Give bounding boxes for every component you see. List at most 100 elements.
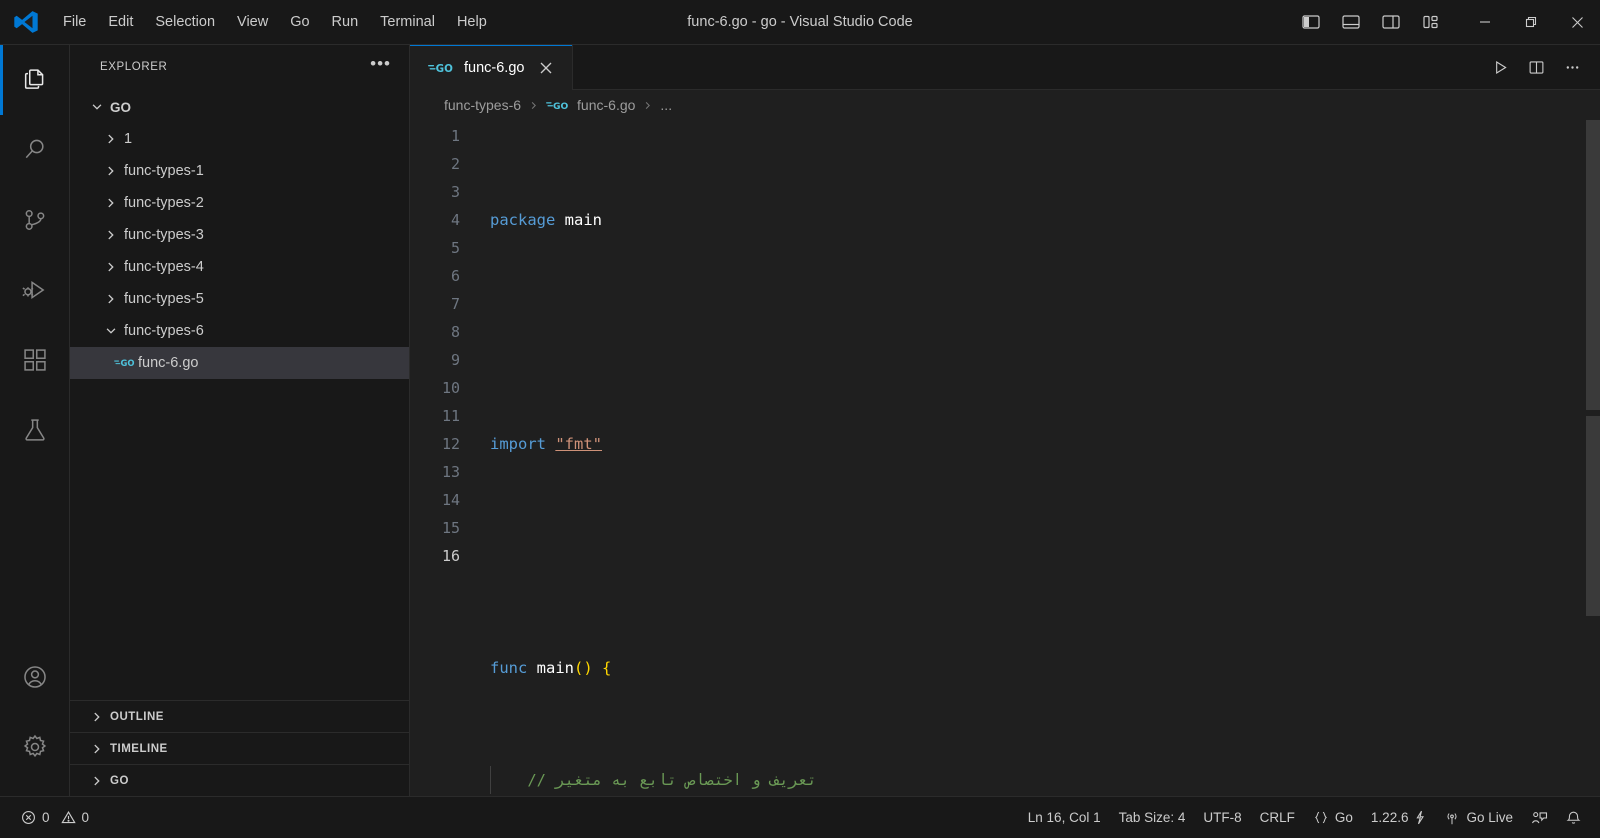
code-line-5: func main() { [478, 654, 1600, 682]
toggle-secondary-sidebar-icon[interactable] [1374, 7, 1408, 37]
menu-view[interactable]: View [226, 10, 279, 34]
breadcrumb-file[interactable]: GO func-6.go [546, 97, 635, 113]
tab-label: func-6.go [464, 59, 525, 76]
editor-vertical-scrollbar[interactable] [1586, 120, 1600, 796]
scrollbar-slider [1586, 120, 1600, 410]
status-language-mode[interactable]: Go [1304, 797, 1362, 838]
breadcrumb-separator-icon [642, 100, 653, 111]
token-paren: () [574, 659, 593, 677]
sidebar-item-explorer[interactable] [0, 45, 70, 115]
menu-help[interactable]: Help [446, 10, 498, 34]
sidebar-item-source-control[interactable] [0, 185, 70, 255]
line-number: 15 [441, 519, 460, 537]
bell-icon [1566, 810, 1581, 826]
status-notifications[interactable] [1557, 797, 1590, 838]
svg-text:GO: GO [436, 63, 453, 75]
status-problems[interactable]: 0 0 [12, 797, 98, 838]
breadcrumb: func-types-6 GO func-6.go ... [410, 90, 1600, 120]
code-content[interactable]: package main import "fmt" func main() { … [478, 120, 1600, 796]
chevron-right-icon [98, 219, 124, 251]
line-number: 13 [441, 463, 460, 481]
error-icon [21, 810, 36, 825]
code-line-3: import "fmt" [478, 430, 1600, 458]
line-number: 11 [441, 407, 460, 425]
chevron-down-icon [98, 315, 124, 347]
status-go-version[interactable]: 1.22.6 [1362, 797, 1436, 838]
breadcrumb-symbols[interactable]: ... [660, 97, 672, 113]
svg-text:GO: GO [553, 101, 569, 112]
vscode-logo-icon [0, 9, 52, 35]
editor-tabs-bar: GO func-6.go [410, 45, 1600, 90]
breadcrumb-folder[interactable]: func-types-6 [444, 97, 521, 113]
token-import-path: "fmt" [555, 435, 603, 453]
tabs-filler [573, 45, 1472, 90]
tree-item-1[interactable]: 1 [70, 123, 409, 155]
sidebar-item-extensions[interactable] [0, 325, 70, 395]
tab-func-6-go[interactable]: GO func-6.go [410, 45, 574, 90]
section-label: GO [110, 774, 129, 787]
status-encoding[interactable]: UTF-8 [1194, 797, 1250, 838]
chevron-right-icon [98, 155, 124, 187]
section-timeline[interactable]: TIMELINE [70, 732, 409, 764]
status-eol[interactable]: CRLF [1251, 797, 1304, 838]
sidebar-item-testing[interactable] [0, 395, 70, 465]
more-actions-icon[interactable] [1556, 52, 1588, 82]
tree-item-label: func-types-1 [124, 163, 204, 179]
go-file-icon: GO [428, 60, 454, 76]
token-package-name: main [564, 211, 602, 229]
explorer-more-actions-icon[interactable]: ••• [370, 55, 391, 75]
close-icon[interactable] [534, 56, 558, 80]
run-code-icon[interactable] [1484, 52, 1516, 82]
toggle-primary-sidebar-icon[interactable] [1294, 7, 1328, 37]
svg-text:GO: GO [120, 358, 134, 368]
editor-group: GO func-6.go func-types-6 GO func-6.go .… [410, 45, 1600, 796]
tree-item-func-types-4[interactable]: func-types-4 [70, 251, 409, 283]
settings-gear-icon[interactable] [0, 712, 70, 782]
accounts-icon[interactable] [0, 642, 70, 712]
tree-item-func-types-6[interactable]: func-types-6 [70, 315, 409, 347]
editor-tabs: GO func-6.go [410, 45, 574, 90]
chevron-right-icon [98, 123, 124, 155]
restore-button[interactable] [1508, 0, 1554, 45]
menu-file[interactable]: File [52, 10, 97, 34]
status-bar-right: Ln 16, Col 1 Tab Size: 4 UTF-8 CRLF Go 1… [1019, 797, 1600, 838]
code-editor[interactable]: 1 2 3 4 5 6 7 8 9 10 11 12 13 14 15 16 p… [410, 120, 1600, 796]
sidebar-item-run-and-debug[interactable] [0, 255, 70, 325]
tree-item-func-types-3[interactable]: func-types-3 [70, 219, 409, 251]
menu-edit[interactable]: Edit [97, 10, 144, 34]
section-go[interactable]: GO [70, 764, 409, 796]
customize-layout-icon[interactable] [1414, 7, 1448, 37]
tree-item-func-6-go[interactable]: GO func-6.go [70, 347, 409, 379]
breadcrumb-file-label: func-6.go [577, 97, 636, 113]
status-indentation[interactable]: Tab Size: 4 [1110, 797, 1195, 838]
tree-item-func-types-1[interactable]: func-types-1 [70, 155, 409, 187]
explorer-header: EXPLORER ••• [70, 45, 409, 89]
toggle-panel-icon[interactable] [1334, 7, 1368, 37]
tree-item-label: func-6.go [138, 355, 199, 371]
comment-text-fa: تعریف و اختصاص تابع به متغیر [555, 771, 817, 789]
line-number: 7 [450, 295, 460, 313]
sidebar-item-search[interactable] [0, 115, 70, 185]
line-number: 6 [450, 267, 460, 285]
status-go-live[interactable]: Go Live [1435, 797, 1522, 838]
tree-item-func-types-2[interactable]: func-types-2 [70, 187, 409, 219]
file-tree: GO 1 func-types-1 func-types-2 func-type… [70, 89, 409, 700]
split-editor-right-icon[interactable] [1520, 52, 1552, 82]
status-editor-position[interactable]: Ln 16, Col 1 [1019, 797, 1110, 838]
line-number: 10 [441, 379, 460, 397]
menu-terminal[interactable]: Terminal [369, 10, 446, 34]
section-outline[interactable]: OUTLINE [70, 700, 409, 732]
close-window-button[interactable] [1554, 0, 1600, 45]
menu-run[interactable]: Run [321, 10, 370, 34]
tree-item-func-types-5[interactable]: func-types-5 [70, 283, 409, 315]
menu-go[interactable]: Go [279, 10, 320, 34]
status-bar: 0 0 Ln 16, Col 1 Tab Size: 4 UTF-8 CRLF [0, 796, 1600, 838]
tree-root-go[interactable]: GO [70, 91, 409, 123]
feedback-icon [1531, 810, 1548, 826]
chevron-right-icon [98, 187, 124, 219]
breadcrumb-separator-icon [528, 100, 539, 111]
menu-selection[interactable]: Selection [144, 10, 226, 34]
status-feedback[interactable] [1522, 797, 1557, 838]
minimize-button[interactable] [1462, 0, 1508, 45]
